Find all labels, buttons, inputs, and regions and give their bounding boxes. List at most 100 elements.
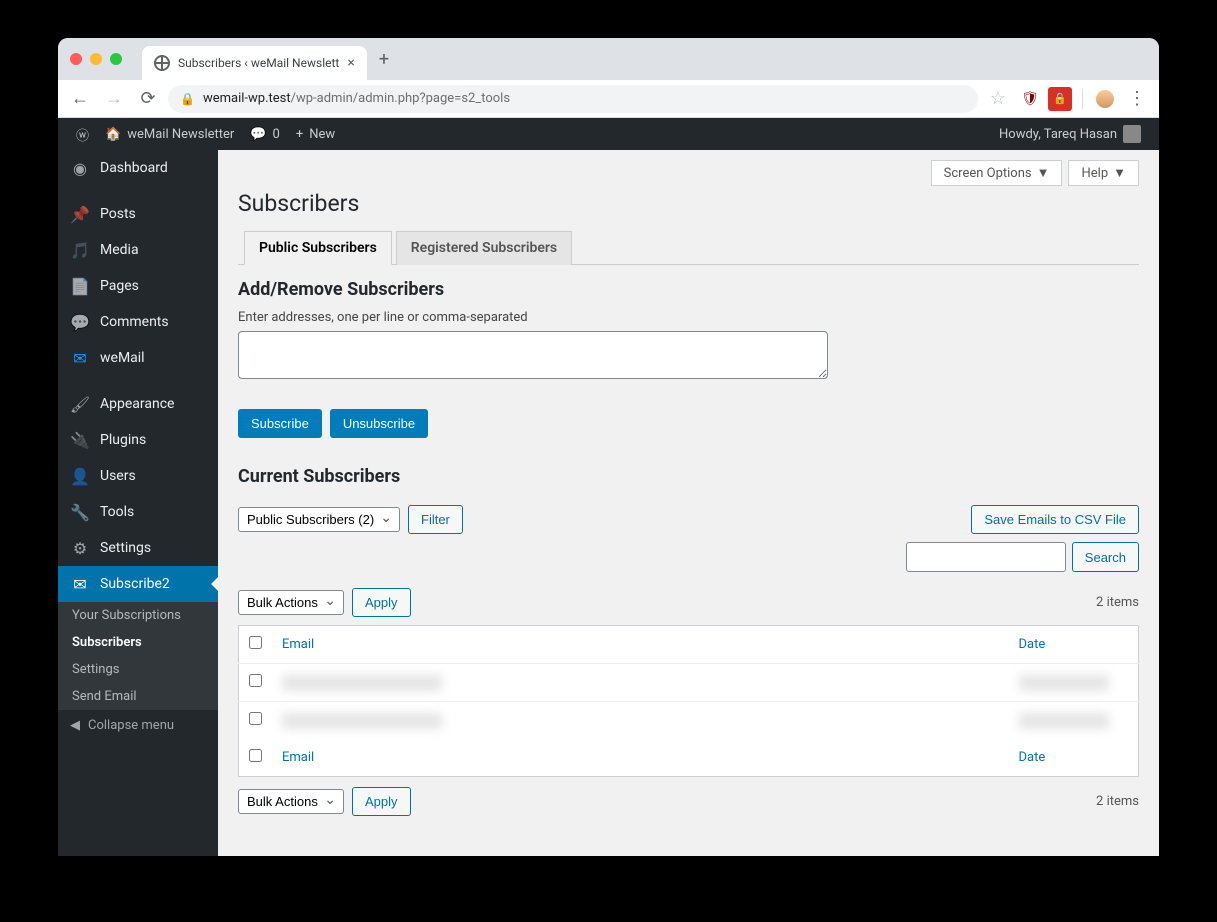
submenu-your-subscriptions[interactable]: Your Subscriptions bbox=[58, 602, 218, 629]
forward-button[interactable]: → bbox=[100, 85, 128, 113]
profile-avatar[interactable] bbox=[1093, 87, 1117, 111]
submenu-send-email[interactable]: Send Email bbox=[58, 683, 218, 710]
row-checkbox[interactable] bbox=[249, 712, 262, 725]
page-title: Subscribers bbox=[238, 190, 1139, 217]
menu-tools[interactable]: 🔧Tools bbox=[58, 494, 218, 530]
window-minimize-button[interactable] bbox=[90, 53, 102, 65]
comment-icon: 💬 bbox=[70, 312, 90, 332]
back-button[interactable]: ← bbox=[66, 85, 94, 113]
addresses-textarea[interactable] bbox=[238, 331, 828, 379]
menu-wemail[interactable]: ✉weMail bbox=[58, 340, 218, 376]
menu-dashboard[interactable]: ◉Dashboard bbox=[58, 150, 218, 186]
tab-title: Subscribers ‹ weMail Newslett bbox=[178, 56, 339, 70]
date-cell bbox=[1019, 675, 1109, 691]
column-date[interactable]: Date bbox=[1019, 637, 1046, 652]
menu-subscribe2[interactable]: ✉Subscribe2 bbox=[58, 566, 218, 602]
column-email-bottom[interactable]: Email bbox=[282, 750, 314, 765]
subscriber-type-select-wrap: Public Subscribers (2) bbox=[238, 507, 400, 532]
new-content-button[interactable]: +New bbox=[288, 118, 343, 150]
items-count-top: 2 items bbox=[1096, 595, 1139, 610]
collapse-menu-button[interactable]: ◀ Collapse menu bbox=[58, 710, 218, 741]
search-button[interactable]: Search bbox=[1072, 542, 1139, 572]
address-bar[interactable]: 🔒 wemail-wp.test/wp-admin/admin.php?page… bbox=[168, 85, 978, 113]
menu-media[interactable]: 🎵Media bbox=[58, 232, 218, 268]
lock-icon: 🔒 bbox=[180, 92, 195, 106]
howdy-account[interactable]: Howdy, Tareq Hasan bbox=[991, 118, 1149, 150]
howdy-text: Howdy, Tareq Hasan bbox=[999, 127, 1117, 142]
menu-settings[interactable]: ⚙Settings bbox=[58, 530, 218, 566]
site-name-button[interactable]: 🏠weMail Newsletter bbox=[97, 118, 242, 150]
new-tab-button[interactable]: + bbox=[379, 49, 389, 70]
subscribe2-submenu: Your Subscriptions Subscribers Settings … bbox=[58, 602, 218, 710]
user-icon: 👤 bbox=[70, 466, 90, 486]
tab-close-icon[interactable]: × bbox=[347, 55, 354, 71]
globe-icon bbox=[154, 55, 170, 71]
menu-appearance[interactable]: 🖌Appearance bbox=[58, 386, 218, 422]
wp-logo-button[interactable]: ⓦ bbox=[68, 118, 97, 150]
bulk-actions-select-top[interactable]: Bulk Actions bbox=[238, 590, 344, 615]
filter-button[interactable]: Filter bbox=[408, 505, 463, 534]
menu-users[interactable]: 👤Users bbox=[58, 458, 218, 494]
comments-bubble[interactable]: 💬0 bbox=[242, 118, 288, 150]
menu-label: Dashboard bbox=[100, 160, 168, 176]
comment-icon: 💬 bbox=[250, 127, 266, 142]
column-email[interactable]: Email bbox=[282, 637, 314, 652]
tab-public-subscribers[interactable]: Public Subscribers bbox=[244, 231, 392, 265]
browser-menu-icon[interactable]: ⋮ bbox=[1123, 85, 1151, 113]
apply-button-bottom[interactable]: Apply bbox=[352, 787, 411, 816]
subscribe-button[interactable]: Subscribe bbox=[238, 409, 322, 438]
wp-admin-bar: ⓦ 🏠weMail Newsletter 💬0 +New Howdy, Tare… bbox=[58, 118, 1159, 150]
browser-toolbar: ← → ⟳ 🔒 wemail-wp.test/wp-admin/admin.ph… bbox=[58, 80, 1159, 118]
collapse-label: Collapse menu bbox=[88, 718, 174, 733]
reload-button[interactable]: ⟳ bbox=[134, 85, 162, 113]
chevron-down-icon: ▼ bbox=[1113, 165, 1126, 181]
select-all-checkbox-bottom[interactable] bbox=[249, 749, 262, 762]
brush-icon: 🖌 bbox=[70, 394, 90, 414]
menu-pages[interactable]: 📄 Pages bbox=[58, 268, 218, 304]
wrench-icon: 🔧 bbox=[70, 502, 90, 522]
unsubscribe-button[interactable]: Unsubscribe bbox=[330, 409, 428, 438]
row-checkbox[interactable] bbox=[249, 674, 262, 687]
bulk-actions-select-wrap: Bulk Actions bbox=[238, 590, 344, 615]
pin-icon: 📌 bbox=[70, 204, 90, 224]
menu-label: Pages bbox=[100, 278, 139, 294]
comments-count: 0 bbox=[273, 127, 280, 142]
wordpress-icon: ⓦ bbox=[76, 125, 89, 144]
separator bbox=[1082, 89, 1083, 109]
menu-posts[interactable]: 📌Posts bbox=[58, 196, 218, 232]
browser-tab[interactable]: Subscribers ‹ weMail Newslett × bbox=[142, 46, 367, 80]
current-subscribers-heading: Current Subscribers bbox=[238, 466, 1139, 487]
menu-plugins[interactable]: 🔌Plugins bbox=[58, 422, 218, 458]
page-icon: 📄 bbox=[70, 276, 90, 296]
menu-label: Plugins bbox=[100, 432, 146, 448]
select-all-checkbox-top[interactable] bbox=[249, 636, 262, 649]
window-zoom-button[interactable] bbox=[110, 53, 122, 65]
menu-label: Comments bbox=[100, 314, 169, 330]
save-csv-button[interactable]: Save Emails to CSV File bbox=[971, 505, 1139, 534]
menu-label: Subscribe2 bbox=[100, 576, 170, 592]
star-icon[interactable]: ☆ bbox=[984, 85, 1012, 113]
menu-comments[interactable]: 💬 Comments bbox=[58, 304, 218, 340]
ext-lock-icon[interactable]: 🔒 bbox=[1048, 87, 1072, 111]
submenu-subscribers[interactable]: Subscribers bbox=[58, 629, 218, 656]
subscriber-type-select[interactable]: Public Subscribers (2) bbox=[238, 507, 400, 532]
screen-options-button[interactable]: Screen Options▼ bbox=[931, 160, 1063, 186]
table-row bbox=[239, 702, 1139, 740]
subscribers-table: Email Date bbox=[238, 625, 1139, 777]
screen-options-label: Screen Options bbox=[944, 166, 1032, 181]
browser-window: Subscribers ‹ weMail Newslett × + ← → ⟳ … bbox=[58, 38, 1159, 856]
screen-meta: Screen Options▼ Help▼ bbox=[238, 160, 1139, 186]
addresses-hint: Enter addresses, one per line or comma-s… bbox=[238, 310, 1139, 325]
apply-button-top[interactable]: Apply bbox=[352, 588, 411, 617]
bulk-actions-select-bottom[interactable]: Bulk Actions bbox=[238, 789, 344, 814]
collapse-icon: ◀ bbox=[70, 718, 80, 733]
window-close-button[interactable] bbox=[70, 53, 82, 65]
tab-registered-subscribers[interactable]: Registered Subscribers bbox=[396, 231, 572, 265]
search-input[interactable] bbox=[906, 542, 1066, 572]
url-host: wemail-wp.test bbox=[203, 91, 291, 106]
submenu-settings[interactable]: Settings bbox=[58, 656, 218, 683]
email-cell bbox=[282, 675, 442, 691]
help-button[interactable]: Help▼ bbox=[1068, 160, 1139, 186]
column-date-bottom[interactable]: Date bbox=[1019, 750, 1046, 765]
ublock-icon[interactable]: 🛡 bbox=[1018, 87, 1042, 111]
